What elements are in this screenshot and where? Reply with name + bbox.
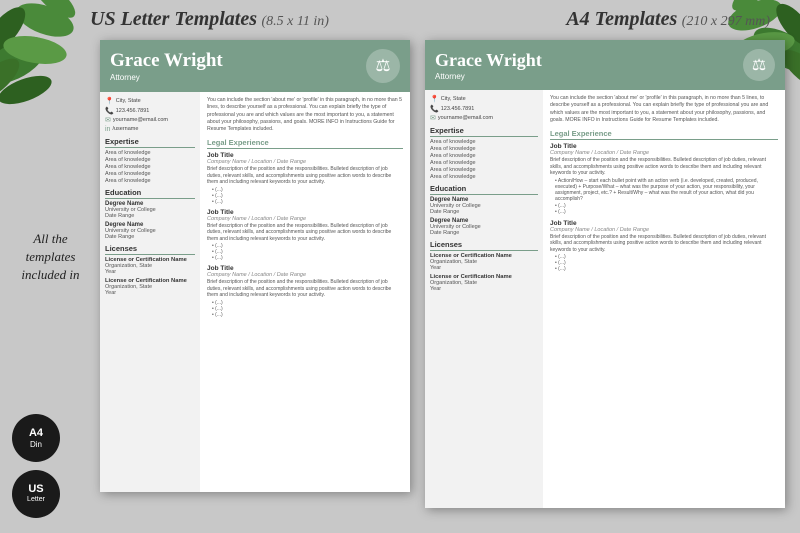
left-contact: 📍 City, State 📞 123.456.7891 ✉ yourname@… [105, 97, 195, 133]
left-header-name: Grace Wright [110, 50, 223, 72]
right-location-icon: 📍 [430, 95, 439, 103]
badges-area: A4 Din US Letter [12, 414, 60, 518]
left-main-content: You can include the section 'about me' o… [200, 92, 410, 492]
right-expertise-section: Expertise Area of knowledge Area of know… [430, 126, 538, 180]
left-licenses-section: Licenses License or Certification Name O… [105, 244, 195, 296]
us-badge: US Letter [12, 470, 60, 518]
right-resume-body: 📍 City, State 📞 123.456.7891 ✉ yourname@… [425, 90, 785, 508]
left-expertise-section: Expertise Area of knowledge Area of know… [105, 137, 195, 184]
right-main-content: You can include the section 'about me' o… [543, 90, 785, 508]
right-template-title: A4 Templates (210 x 297 mm) [566, 8, 770, 31]
right-sidebar: 📍 City, State 📞 123.456.7891 ✉ yourname@… [425, 90, 543, 508]
right-resume-card: Grace Wright Attorney ⚖ 📍 City, State 📞 … [425, 40, 785, 508]
right-header-profession: Attorney [435, 72, 542, 81]
left-legal-exp-title: Legal Experience [207, 138, 403, 149]
right-legal-exp-section: Legal Experience Job Title Company Name … [550, 129, 778, 272]
left-education-title: Education [105, 188, 195, 199]
left-legal-exp-section: Legal Experience Job Title Company Name … [207, 138, 403, 318]
contact-linkedin: in /username [105, 126, 195, 133]
left-job-1: Job Title Company Name / Location / Date… [207, 152, 403, 205]
email-icon: ✉ [105, 116, 111, 124]
right-legal-exp-title: Legal Experience [550, 129, 778, 140]
left-resume-body: 📍 City, State 📞 123.456.7891 ✉ yourname@… [100, 92, 410, 492]
linkedin-icon: in [105, 126, 110, 133]
left-intro-text: You can include the section 'about me' o… [207, 97, 403, 133]
left-template-title: US Letter Templates (8.5 x 11 in) [90, 8, 329, 31]
right-licenses-section: Licenses License or Certification Name O… [430, 240, 538, 292]
contact-email: ✉ yourname@email.com [105, 116, 195, 124]
scales-icon-left: ⚖ [366, 49, 400, 83]
middle-text: All the templates included in [8, 230, 93, 284]
left-licenses-title: Licenses [105, 244, 195, 255]
right-header-info: Grace Wright Attorney [435, 50, 542, 81]
contact-location: 📍 City, State [105, 97, 195, 105]
scales-icon-right: ⚖ [743, 49, 775, 81]
right-education-section: Education Degree Name University or Coll… [430, 184, 538, 236]
left-job-2: Job Title Company Name / Location / Date… [207, 209, 403, 262]
right-header-name: Grace Wright [435, 50, 542, 71]
left-sidebar: 📍 City, State 📞 123.456.7891 ✉ yourname@… [100, 92, 200, 492]
right-education-title: Education [430, 184, 538, 195]
right-job-2: Job Title Company Name / Location / Date… [550, 220, 778, 273]
left-job-3: Job Title Company Name / Location / Date… [207, 265, 403, 318]
left-resume-card: Grace Wright Attorney ⚖ 📍 City, State 📞 … [100, 40, 410, 492]
right-licenses-title: Licenses [430, 240, 538, 251]
a4-badge: A4 Din [12, 414, 60, 462]
left-header-info: Grace Wright Attorney [110, 50, 223, 82]
right-intro-text: You can include the section 'about me' o… [550, 95, 778, 124]
right-expertise-title: Expertise [430, 126, 538, 137]
left-resume-header: Grace Wright Attorney ⚖ [100, 40, 410, 92]
left-header-profession: Attorney [110, 73, 223, 82]
phone-icon: 📞 [105, 107, 114, 115]
right-job-1: Job Title Company Name / Location / Date… [550, 143, 778, 215]
right-phone-icon: 📞 [430, 105, 439, 113]
right-contact: 📍 City, State 📞 123.456.7891 ✉ yourname@… [430, 95, 538, 122]
left-education-section: Education Degree Name University or Coll… [105, 188, 195, 240]
contact-phone: 📞 123.456.7891 [105, 107, 195, 115]
right-resume-header: Grace Wright Attorney ⚖ [425, 40, 785, 90]
right-email-icon: ✉ [430, 114, 436, 122]
location-icon: 📍 [105, 97, 114, 105]
left-expertise-title: Expertise [105, 137, 195, 148]
